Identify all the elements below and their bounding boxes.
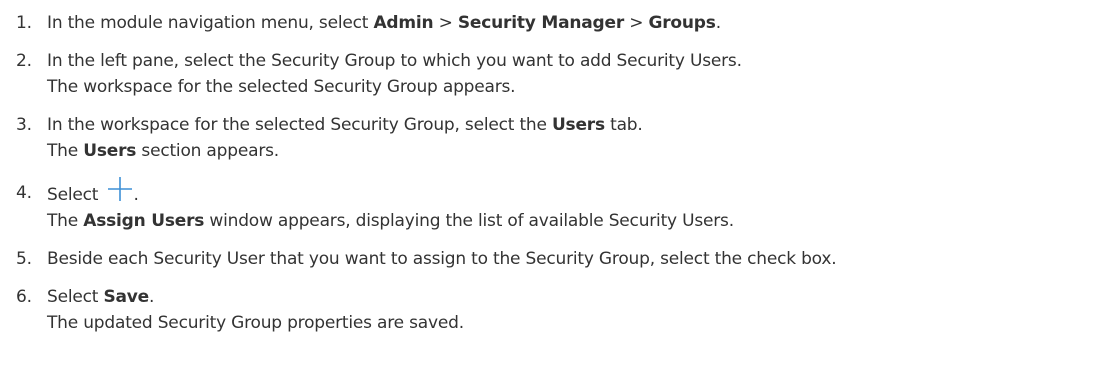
step-text-fragment: .	[715, 13, 721, 33]
step-text-fragment: The updated Security Group properties ar…	[47, 313, 464, 333]
step-text-fragment: window appears, displaying the list of a…	[204, 211, 734, 231]
step-line: In the left pane, select the Security Gr…	[47, 48, 1097, 74]
step-text-fragment: .	[133, 185, 139, 205]
step-text: Select Save. The updated Security Group p…	[47, 284, 1097, 336]
step-text-fragment: In the module navigation menu, select	[47, 13, 374, 33]
ui-term: Assign Users	[83, 211, 205, 231]
step-item: 3. In the workspace for the selected Secu…	[16, 112, 1097, 164]
step-item: 5. Beside each Security User that you wan…	[16, 246, 1097, 272]
ui-term: Admin	[373, 13, 434, 33]
step-number: 4.	[16, 183, 32, 203]
step-text-fragment: .	[148, 287, 155, 307]
step-number: 5.	[16, 249, 32, 269]
step-item: 1. In the module navigation menu, select …	[16, 10, 1097, 36]
step-text-fragment: The	[47, 141, 84, 161]
step-text-fragment: The workspace for the selected Security …	[47, 77, 516, 97]
step-text: Select . The Assign Users window appears,…	[47, 177, 1097, 234]
procedure-steps: 1. In the module navigation menu, select …	[0, 0, 1097, 336]
step-text: In the module navigation menu, select Ad…	[47, 10, 1097, 36]
step-text-fragment: Select	[47, 185, 104, 205]
step-text-fragment: Beside each Security User that you want …	[47, 249, 837, 269]
step-number: 3.	[16, 115, 32, 135]
step-line: The workspace for the selected Security …	[47, 74, 1097, 100]
plus-icon	[107, 177, 133, 206]
step-number: 1.	[16, 13, 32, 33]
step-line: Beside each Security User that you want …	[47, 246, 1097, 272]
step-item: 6. Select Save. The updated Security Group…	[16, 284, 1097, 336]
step-line: In the module navigation menu, select Ad…	[47, 10, 1097, 36]
step-text-fragment: Select	[47, 287, 104, 307]
step-text-fragment: section appears.	[136, 141, 279, 161]
step-text-fragment: The	[47, 211, 84, 231]
ui-term: Users	[551, 115, 605, 135]
step-item: 4. Select . The Assign Users window appear…	[16, 177, 1097, 234]
ui-term: Security Manager	[457, 13, 625, 33]
step-number: 6.	[16, 287, 32, 307]
step-text: In the left pane, select the Security Gr…	[47, 48, 1097, 100]
step-text: Beside each Security User that you want …	[47, 246, 1097, 272]
step-text-fragment: In the left pane, select the Security Gr…	[47, 51, 742, 71]
step-text: In the workspace for the selected Securi…	[47, 112, 1097, 164]
step-text-fragment: >	[433, 13, 458, 33]
step-item: 2. In the left pane, select the Security …	[16, 48, 1097, 100]
step-line: In the workspace for the selected Securi…	[47, 112, 1097, 138]
step-text-fragment: tab.	[604, 115, 643, 135]
step-line: The Users section appears.	[47, 138, 1097, 164]
step-line: The updated Security Group properties ar…	[47, 310, 1097, 336]
step-line: The Assign Users window appears, display…	[47, 208, 1097, 234]
ui-term: Groups	[648, 13, 716, 33]
ui-term: Save	[103, 287, 149, 307]
ui-term: Users	[83, 141, 137, 161]
step-line: Select Save.	[47, 284, 1097, 310]
step-text-fragment: >	[624, 13, 649, 33]
step-text-fragment: In the workspace for the selected Securi…	[47, 115, 552, 135]
step-number: 2.	[16, 51, 32, 71]
step-line: Select .	[47, 177, 1097, 208]
